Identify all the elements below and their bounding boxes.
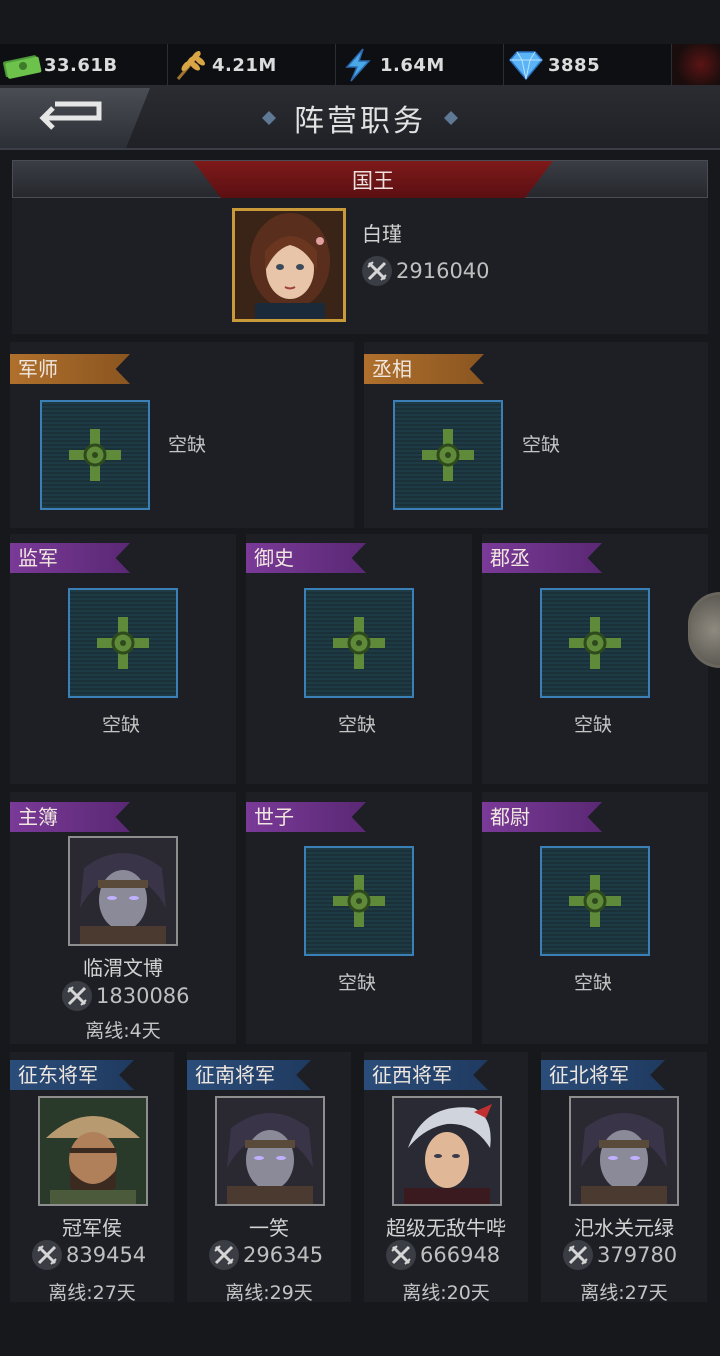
- resource-value: 3885: [548, 54, 601, 76]
- header: 阵营职务: [0, 86, 720, 150]
- back-button[interactable]: [0, 88, 150, 148]
- position-title: 都尉: [482, 802, 602, 832]
- add-icon: [569, 617, 621, 669]
- member-name: 冠军侯: [62, 1216, 122, 1240]
- king-title: 国王: [193, 161, 553, 199]
- position-title: 军师: [10, 354, 130, 384]
- add-icon: [422, 429, 474, 481]
- power-value: 1830086: [96, 984, 190, 1008]
- diamond-icon: [504, 44, 548, 86]
- lightning-icon: [336, 44, 380, 86]
- resource-value: 33.61B: [44, 54, 118, 76]
- resource-value: 1.64M: [380, 54, 445, 76]
- vacant-label: 空缺: [168, 434, 207, 456]
- add-icon: [333, 617, 385, 669]
- vacant-label: 空缺: [338, 714, 377, 736]
- position-title: 主簿: [10, 802, 130, 832]
- member-avatar[interactable]: [68, 836, 178, 946]
- general-title: 征南将军: [187, 1060, 311, 1090]
- add-icon: [69, 429, 121, 481]
- empty-slot-button[interactable]: [540, 588, 650, 698]
- resource-bar-ornament: [672, 44, 720, 85]
- power-value: 2916040: [396, 259, 490, 283]
- member-name: 汜水关元绿: [574, 1216, 674, 1240]
- king-avatar[interactable]: [232, 208, 346, 322]
- crossed-swords-icon: [209, 1240, 239, 1270]
- crossed-swords-icon: [563, 1240, 593, 1270]
- back-arrow-icon: [37, 94, 113, 142]
- resource-value: 4.21M: [212, 54, 277, 76]
- king-power: 2916040: [362, 256, 490, 286]
- king-title-bar: 国王: [12, 160, 708, 199]
- resource-wheat[interactable]: 4.21M: [168, 44, 336, 86]
- position-title: 郡丞: [482, 543, 602, 573]
- power-value: 839454: [66, 1243, 147, 1267]
- offline-status: 离线:20天: [402, 1282, 490, 1304]
- resource-cash[interactable]: 33.61B: [0, 44, 168, 86]
- vacant-label: 空缺: [338, 972, 377, 994]
- crossed-swords-icon: [32, 1240, 62, 1270]
- king-panel: [12, 198, 708, 334]
- empty-slot-button[interactable]: [40, 400, 150, 510]
- general-title: 征北将军: [541, 1060, 665, 1090]
- member-avatar[interactable]: [38, 1096, 148, 1206]
- power-value: 296345: [243, 1243, 324, 1267]
- vacant-label: 空缺: [574, 714, 613, 736]
- member-name: 临渭文博: [83, 956, 163, 980]
- empty-slot-button[interactable]: [68, 588, 178, 698]
- page-title: 阵营职务: [294, 104, 426, 139]
- empty-slot-button[interactable]: [540, 846, 650, 956]
- member-name: 超级无敌牛哔: [386, 1216, 506, 1240]
- position-title: 监军: [10, 543, 130, 573]
- ornament-diamond-icon: [262, 111, 276, 125]
- empty-slot-button[interactable]: [304, 846, 414, 956]
- crossed-swords-icon: [362, 256, 392, 286]
- crossed-swords-icon: [386, 1240, 416, 1270]
- empty-slot-button[interactable]: [304, 588, 414, 698]
- power-value: 379780: [597, 1243, 678, 1267]
- member-power: 666948: [386, 1240, 500, 1270]
- position-title: 丞相: [364, 354, 484, 384]
- empty-slot-button[interactable]: [393, 400, 503, 510]
- general-title: 征东将军: [10, 1060, 134, 1090]
- member-avatar[interactable]: [569, 1096, 679, 1206]
- title-group: 阵营职务: [232, 94, 488, 142]
- cash-icon: [0, 44, 44, 86]
- offline-status: 离线:29天: [225, 1282, 313, 1304]
- general-title: 征西将军: [364, 1060, 488, 1090]
- position-title: 御史: [246, 543, 366, 573]
- wheat-icon: [168, 44, 212, 86]
- vacant-label: 空缺: [574, 972, 613, 994]
- king-name: 白瑾: [362, 222, 402, 246]
- member-avatar[interactable]: [215, 1096, 325, 1206]
- crossed-swords-icon: [62, 981, 92, 1011]
- member-power: 296345: [209, 1240, 323, 1270]
- member-power: 839454: [32, 1240, 146, 1270]
- position-title: 世子: [246, 802, 366, 832]
- member-power: 1830086: [62, 981, 190, 1011]
- add-icon: [569, 875, 621, 927]
- resource-energy[interactable]: 1.64M: [336, 44, 504, 86]
- ornament-diamond-icon: [444, 111, 458, 125]
- member-power: 379780: [563, 1240, 677, 1270]
- power-value: 666948: [420, 1243, 501, 1267]
- member-name: 一笑: [249, 1216, 289, 1240]
- member-avatar[interactable]: [392, 1096, 502, 1206]
- offline-status: 离线:4天: [85, 1020, 161, 1042]
- resource-bar: 33.61B 4.21M 1.64M 3885: [0, 44, 720, 86]
- offline-status: 离线:27天: [580, 1282, 668, 1304]
- add-icon: [333, 875, 385, 927]
- resource-gem[interactable]: 3885: [504, 44, 672, 86]
- vacant-label: 空缺: [102, 714, 141, 736]
- add-icon: [97, 617, 149, 669]
- vacant-label: 空缺: [522, 434, 561, 456]
- offline-status: 离线:27天: [48, 1282, 136, 1304]
